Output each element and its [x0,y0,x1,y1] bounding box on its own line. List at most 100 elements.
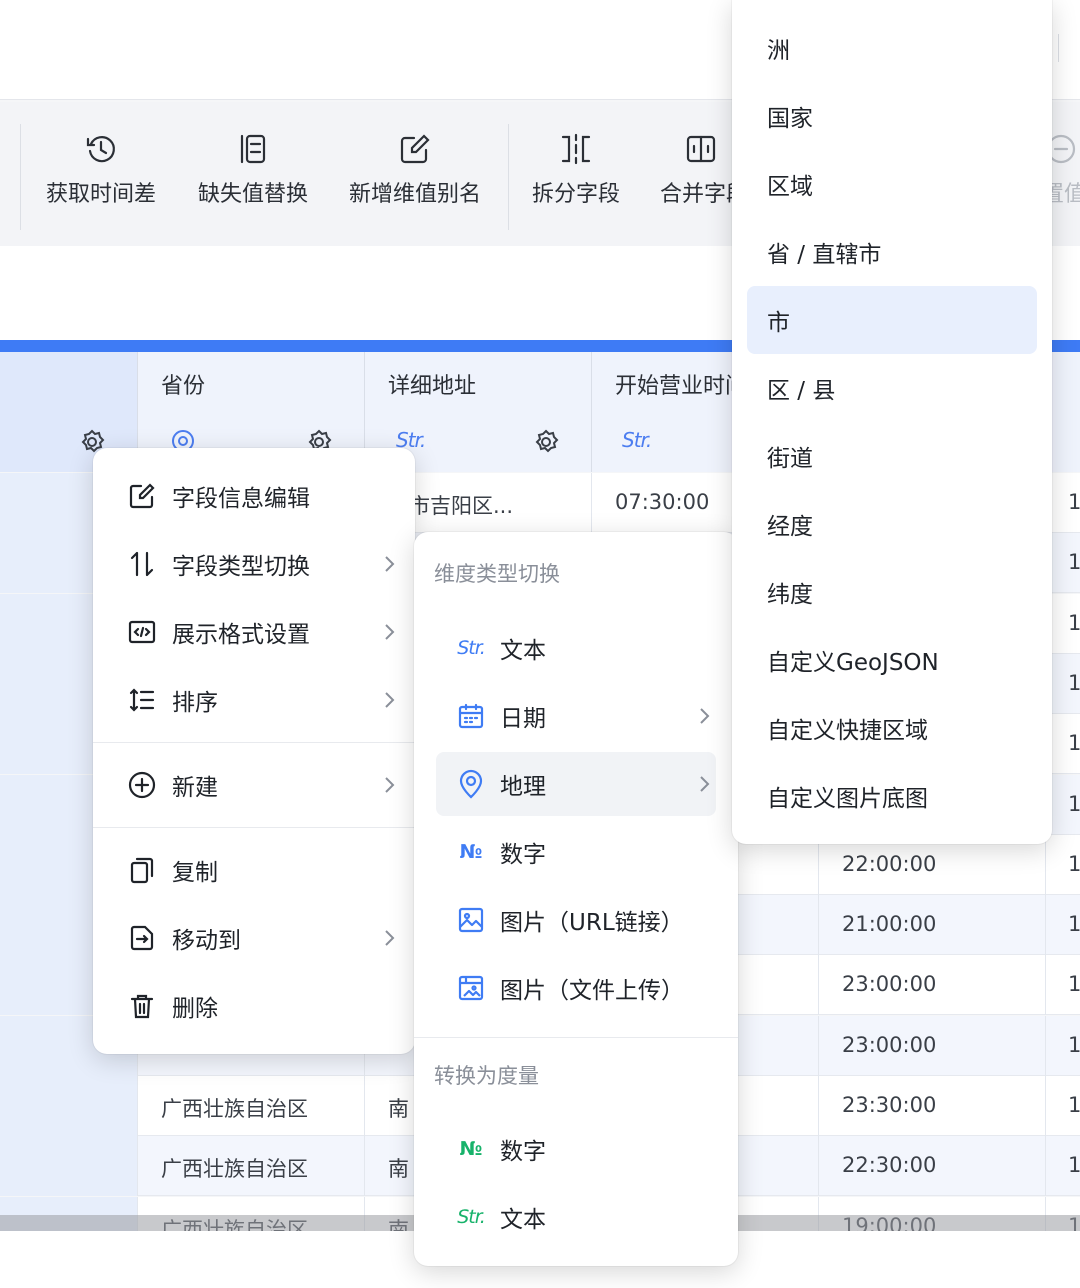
cell-next[interactable]: 1 [1068,972,1080,996]
menu-item-display-format[interactable]: 展示格式设置 [93,602,415,662]
geo-item[interactable]: 国家 [747,82,1037,150]
menu-item-edit-field[interactable]: 字段信息编辑 [93,466,415,526]
menu-item-move-to[interactable]: 移动到 [93,908,415,968]
geo-item[interactable]: 自定义图片底图 [747,762,1037,830]
tool-time-diff-button[interactable]: 获取时间差 [44,132,158,208]
column-header-open-time[interactable]: 开始营业时间 [615,368,747,400]
tool-label: 缺失值替换 [197,182,308,207]
type-badge: Str. [622,428,652,452]
geo-item[interactable]: 街道 [747,422,1037,490]
chevron-right-icon [385,556,395,572]
cell-open-time[interactable]: 23:00:00 [842,1033,936,1057]
chevron-right-icon [385,624,395,640]
toolbar-separator [20,124,21,230]
cell-next[interactable]: 1 [1068,1033,1080,1057]
menu-label: 区 / 县 [767,378,836,404]
cell-address[interactable]: 南 [388,1093,409,1123]
type-item-text[interactable]: Str. 文本 [436,618,716,678]
geo-item[interactable]: 自定义GeoJSON [747,626,1037,694]
cell-divider [591,473,592,533]
cell-open-time[interactable]: 22:30:00 [842,1153,936,1177]
geo-item[interactable]: 经度 [747,490,1037,558]
menu-label: 删除 [172,996,218,1022]
menu-label: 自定义GeoJSON [767,650,939,676]
menu-label: 文本 [500,1207,546,1233]
cell-next[interactable]: 1 [1068,550,1080,574]
geo-item[interactable]: 省 / 直辖市 [747,218,1037,286]
string-type-icon: Str. [457,1206,486,1228]
geo-item[interactable]: 区 / 县 [747,354,1037,422]
type-item-geo[interactable]: 地理 [436,752,716,816]
geo-item[interactable]: 纬度 [747,558,1037,626]
cell-open-time[interactable]: 23:30:00 [842,1093,936,1117]
gear-icon[interactable] [532,428,560,456]
type-item-image-upload[interactable]: 图片（文件上传） [436,958,716,1018]
menu-item-switch-type[interactable]: 字段类型切换 [93,534,415,594]
copy-icon [127,855,157,885]
cell-province[interactable]: 广西壮族自治区 [161,1153,308,1183]
geo-item[interactable]: 市 [747,286,1037,354]
cell-divider [1045,1076,1046,1136]
cell-next[interactable]: 1 [1068,792,1080,816]
menu-label: 新建 [172,775,218,801]
edit-box-icon [400,134,430,164]
menu-label: 展示格式设置 [172,622,310,648]
plus-circle-icon [127,770,157,800]
column-header-address[interactable]: 详细地址 [388,368,476,400]
cell-divider [818,1076,819,1136]
clock-history-icon [86,136,115,163]
number-type-icon: № [459,841,483,863]
menu-label: 复制 [172,860,218,886]
submenu-header: 维度类型切换 [434,562,560,586]
cell-divider [364,1076,365,1136]
cell-divider [818,955,819,1016]
cell-next[interactable]: 1 [1068,731,1080,755]
tool-add-alias-button[interactable]: 新增维值别名 [346,132,484,208]
menu-label: 图片（文件上传） [500,978,684,1004]
measure-item-number[interactable]: № 数字 [436,1119,716,1179]
type-item-image-url[interactable]: 图片（URL链接） [436,890,716,950]
geo-item[interactable]: 区域 [747,150,1037,218]
menu-item-new[interactable]: 新建 [93,755,415,815]
type-item-date[interactable]: 日期 [436,686,716,746]
cell-divider [1045,1136,1046,1197]
switch-type-icon [127,549,157,579]
menu-item-delete[interactable]: 删除 [93,976,415,1036]
cell-province[interactable]: 广西壮族自治区 [161,1093,308,1123]
chevron-right-icon [700,708,710,724]
cell-next[interactable]: 1 [1068,671,1080,695]
move-to-icon [127,923,157,953]
menu-label: 洲 [767,38,790,64]
geo-role-submenu: 洲国家 区域省 / 直辖市市区 / 县街道 经度 纬度自定义GeoJSON 自定义快捷区… [732,0,1052,844]
edit-icon [127,481,157,511]
geo-item[interactable]: 洲 [747,14,1037,82]
menu-item-copy[interactable]: 复制 [93,840,415,900]
cell-open-time[interactable]: 07:30:00 [615,490,709,514]
menu-label: 数字 [500,1139,546,1165]
cell-next[interactable]: 1 [1068,912,1080,936]
replace-missing-icon [240,134,266,164]
cell-next[interactable]: 1 [1068,852,1080,876]
tool-missing-replace-button[interactable]: 缺失值替换 [196,132,310,208]
cell-next[interactable]: 1 [1068,611,1080,635]
cell-open-time[interactable]: 23:00:00 [842,972,936,996]
row-cell-selected[interactable] [0,1076,137,1136]
menu-label: 日期 [500,706,546,732]
cell-address[interactable]: 南 [388,1153,409,1183]
menu-label: 地理 [500,774,546,800]
cell-divider [818,895,819,956]
row-cell-selected[interactable] [0,1136,137,1197]
cell-next[interactable]: 1 [1068,490,1080,514]
menu-item-sort[interactable]: 排序 [93,670,415,730]
measure-item-text[interactable]: Str. 文本 [436,1187,716,1247]
cell-next[interactable]: 1 [1068,1153,1080,1177]
cell-next[interactable]: 1 [1068,1093,1080,1117]
number-type-icon: № [459,1138,483,1160]
type-item-number[interactable]: № 数字 [436,822,716,882]
geo-item[interactable]: 自定义快捷区域 [747,694,1037,762]
cell-open-time[interactable]: 21:00:00 [842,912,936,936]
cell-open-time[interactable]: 22:00:00 [842,852,936,876]
tool-split-field-button[interactable]: 拆分字段 [530,132,622,208]
column-header-province[interactable]: 省份 [161,368,205,400]
type-switch-submenu: 维度类型切换 Str. 文本 日期 地理 № 数字 图片（URL链接） 图片（文… [414,532,738,1266]
